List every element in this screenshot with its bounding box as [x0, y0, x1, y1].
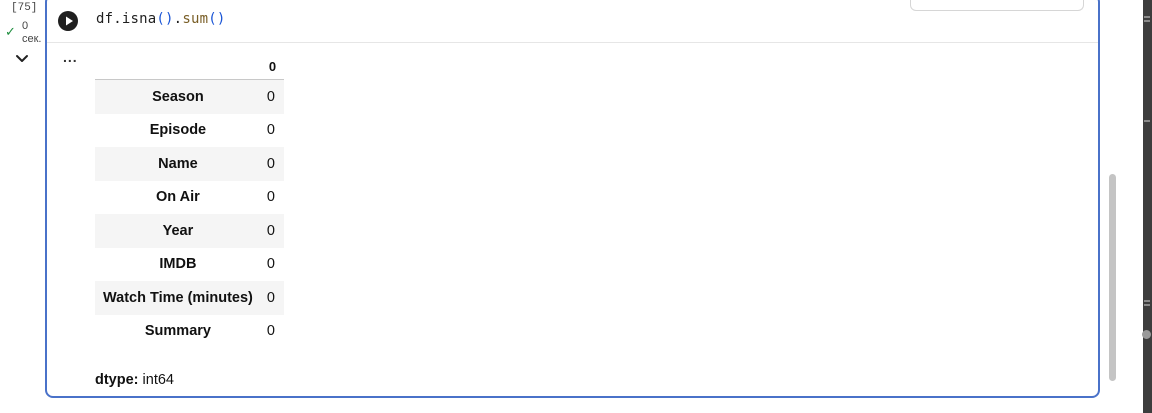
dtype-value: int64 [142, 372, 174, 388]
page-scrollbar-marker [1144, 300, 1150, 302]
code-parens: () [156, 11, 174, 27]
row-value: 0 [266, 189, 275, 206]
execution-time-unit: сек. [22, 33, 42, 45]
code-cell[interactable]: df.isna().sum() ... 0 Season 0 Episode 0… [45, 0, 1100, 398]
page-scrollbar[interactable] [1143, 0, 1152, 413]
cell-toolbar [910, 0, 1084, 11]
row-label: IMDB [159, 256, 197, 273]
table-row: Summary 0 [95, 315, 284, 349]
row-value: 0 [266, 256, 275, 273]
page-scrollbar-marker [1144, 16, 1150, 18]
row-label: Name [95, 147, 261, 181]
table-row: Year 0 [95, 214, 285, 248]
dtype-label: dtype: [95, 372, 139, 388]
row-label: Episode [149, 122, 207, 139]
table-row: Watch Time (minutes) 0 [95, 281, 285, 315]
output-actions-button[interactable]: ... [63, 49, 78, 65]
cell-gutter: [75] ✓ 0 сек. [0, 0, 44, 413]
code-editor[interactable]: df.isna().sum() [96, 11, 225, 27]
execution-time-value: 0 [22, 20, 29, 32]
table-header-row: 0 [95, 53, 285, 80]
table-header-blank [95, 53, 261, 80]
page-scrollbar-thumb[interactable] [1142, 330, 1151, 339]
code-object: df. [96, 11, 122, 27]
row-value: 0 [260, 79, 285, 114]
run-cell-button[interactable] [58, 11, 78, 31]
row-label: Summary [144, 323, 211, 340]
dtype-line: dtype: int64 [95, 372, 174, 388]
row-value: 0 [260, 281, 285, 315]
code-method: isna [121, 11, 157, 27]
row-label: Year [95, 214, 261, 248]
row-value: 0 [266, 122, 275, 139]
table-row: Episode 0 [95, 114, 284, 148]
row-label: Watch Time (minutes) [95, 281, 261, 315]
page-scrollbar-marker [1144, 120, 1150, 122]
table-row: Name 0 [95, 147, 285, 181]
table-row: Season 0 [95, 79, 285, 114]
code-parens: () [208, 11, 226, 27]
code-method: sum [182, 11, 209, 27]
page-scrollbar-marker [1144, 20, 1150, 22]
page-scrollbar-marker [1144, 304, 1150, 306]
execution-count: [75] [11, 2, 38, 14]
row-value: 0 [260, 147, 285, 181]
row-value: 0 [266, 323, 275, 340]
code-output-divider [47, 42, 1098, 43]
play-icon [66, 16, 73, 26]
table-row: IMDB 0 [95, 248, 284, 282]
row-value: 0 [260, 214, 285, 248]
check-icon: ✓ [5, 24, 16, 39]
output-table: 0 Season 0 Episode 0 Name 0 On Air 0 Yea… [95, 53, 285, 349]
column-header: 0 [260, 53, 285, 80]
output-scrollbar-thumb[interactable] [1109, 174, 1116, 381]
row-label: On Air [156, 189, 200, 206]
row-label: Season [95, 79, 261, 114]
table-row: On Air 0 [95, 181, 284, 215]
chevron-down-icon[interactable] [14, 52, 30, 66]
